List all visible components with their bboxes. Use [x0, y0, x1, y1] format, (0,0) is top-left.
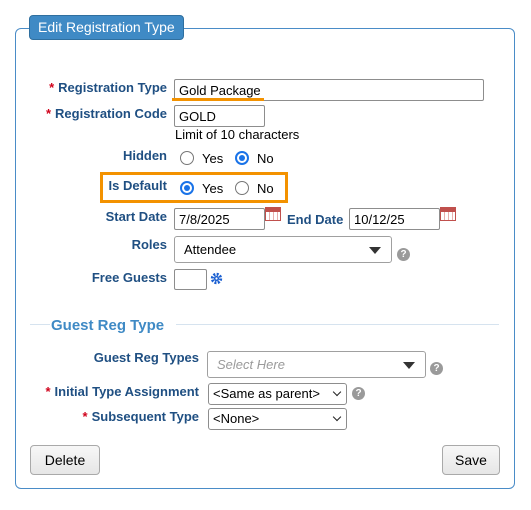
end-date-calendar-icon[interactable]	[440, 207, 456, 221]
start-date-input[interactable]: 7/8/2025	[174, 208, 265, 230]
is-default-no-label: No	[257, 181, 274, 196]
subsequent-type-value: <None>	[213, 411, 260, 426]
free-guests-label: Free Guests	[91, 270, 167, 285]
guest-reg-types-label: Guest Reg Types	[93, 350, 199, 365]
dropdown-arrow-icon	[369, 247, 381, 254]
section-divider-left	[30, 324, 50, 325]
subsequent-type-select[interactable]: <None>	[208, 408, 347, 430]
roles-label: Roles	[131, 237, 167, 252]
end-date-input[interactable]: 10/12/25	[349, 208, 440, 230]
guest-reg-type-title: Guest Reg Type	[51, 317, 165, 334]
guest-reg-types-placeholder: Select Here	[217, 357, 285, 372]
registration-code-hint: Limit of 10 characters	[175, 127, 300, 142]
start-date-label: Start Date	[105, 209, 167, 224]
section-divider-right	[176, 324, 499, 325]
hidden-yes-radio[interactable]	[180, 151, 194, 165]
initial-type-value: <Same as parent>	[213, 386, 320, 401]
roles-select[interactable]: Attendee	[174, 236, 392, 263]
hidden-no-label: No	[257, 151, 274, 166]
hidden-label: Hidden	[122, 148, 167, 163]
initial-type-help-icon[interactable]: ?	[352, 387, 365, 400]
dropdown-arrow-icon	[403, 362, 415, 369]
guest-reg-types-select[interactable]: Select Here	[207, 351, 426, 378]
registration-code-input[interactable]: GOLD	[174, 105, 265, 127]
delete-button[interactable]: Delete	[30, 445, 100, 475]
chevron-down-icon	[332, 387, 342, 397]
required-marker: *	[49, 80, 55, 95]
chevron-down-icon	[332, 412, 342, 422]
highlight-underline	[172, 98, 264, 101]
is-default-no-radio[interactable]	[235, 181, 249, 195]
subsequent-type-label: * Subsequent Type	[82, 409, 199, 424]
hidden-yes-label: Yes	[202, 151, 224, 166]
registration-code-label: * Registration Code	[45, 106, 167, 121]
save-button[interactable]: Save	[442, 445, 500, 475]
initial-type-label: * Initial Type Assignment	[45, 384, 199, 399]
free-guests-input[interactable]	[174, 269, 207, 290]
hidden-no-radio[interactable]	[235, 151, 249, 165]
is-default-yes-label: Yes	[202, 181, 224, 196]
panel-legend: Edit Registration Type	[29, 15, 184, 40]
guest-reg-types-help-icon[interactable]: ?	[430, 362, 443, 375]
gear-icon[interactable]	[210, 272, 223, 285]
is-default-yes-radio[interactable]	[180, 181, 194, 195]
roles-help-icon[interactable]: ?	[397, 248, 410, 261]
start-date-calendar-icon[interactable]	[265, 207, 281, 221]
roles-value: Attendee	[184, 242, 237, 257]
registration-type-label: * Registration Type	[49, 80, 167, 95]
initial-type-select[interactable]: <Same as parent>	[208, 383, 347, 405]
is-default-label: Is Default	[108, 178, 167, 193]
end-date-label: End Date	[287, 212, 344, 227]
